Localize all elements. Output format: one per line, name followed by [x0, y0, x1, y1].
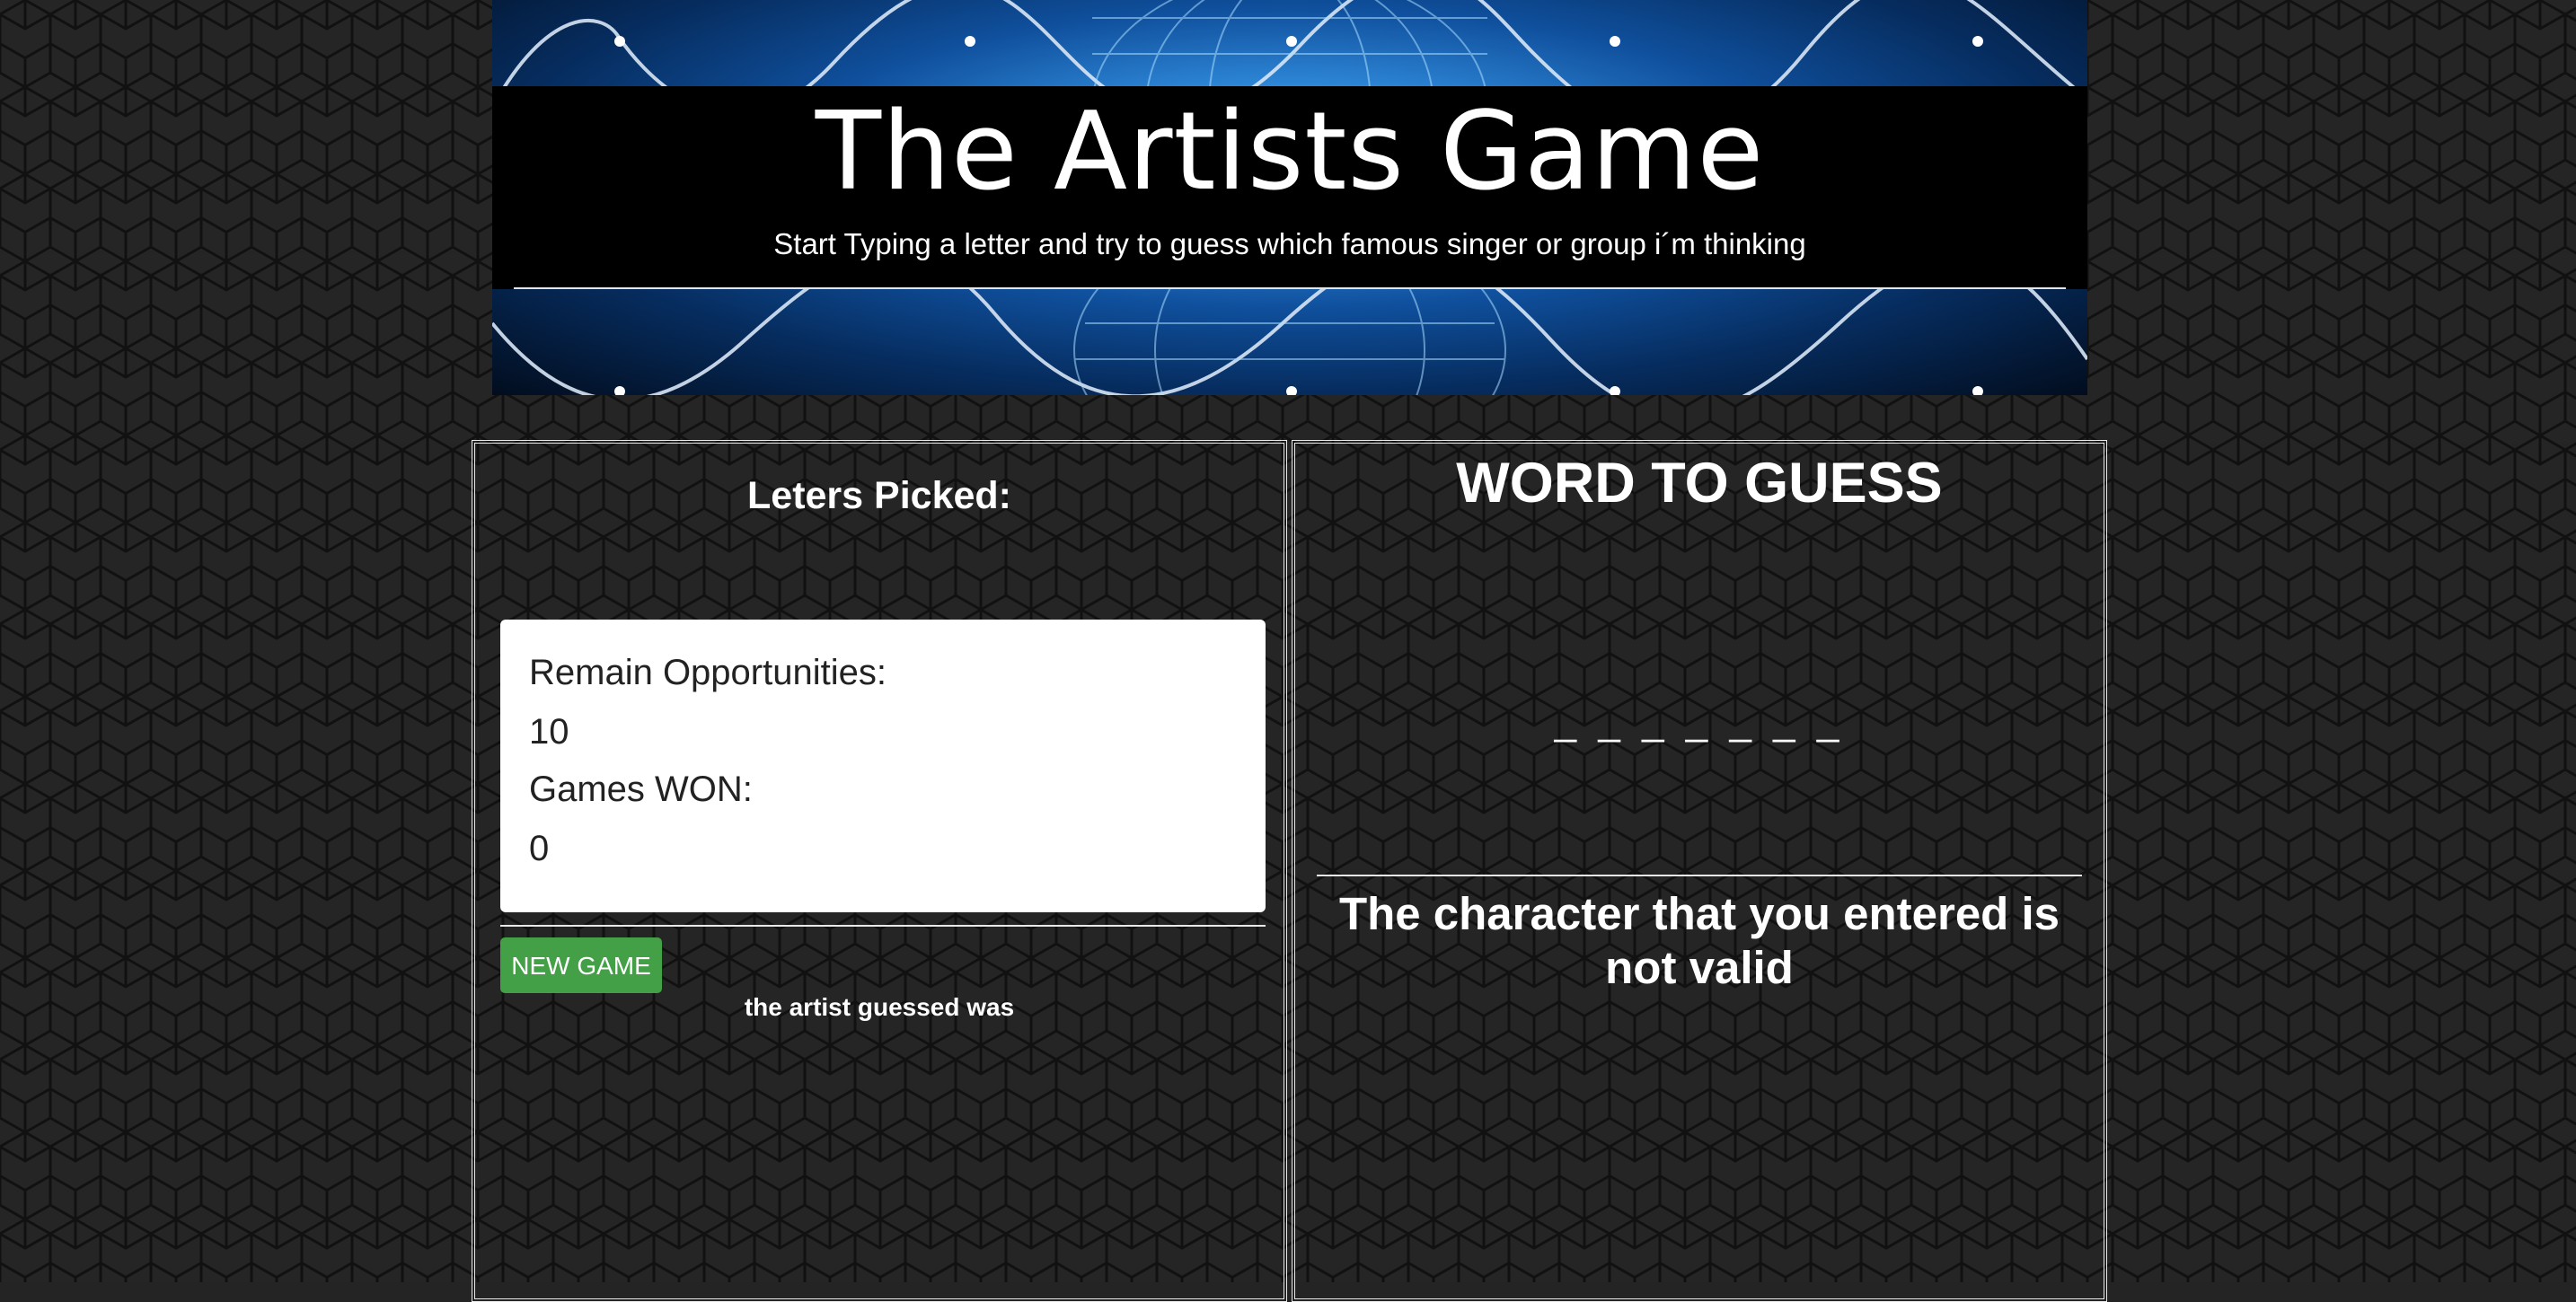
letters-picked-heading: Leters Picked: — [747, 474, 1011, 517]
remain-opportunities-label: Remain Opportunities: — [529, 653, 887, 692]
stats-card: Remain Opportunities: 10 Games WON: 0 — [500, 620, 1266, 912]
validation-message: The character that you entered is not va… — [1338, 888, 2060, 993]
games-won-value: 0 — [529, 829, 550, 868]
word-to-guess-heading: WORD TO GUESS — [1456, 452, 1943, 515]
artist-guessed-text: the artist guessed was — [744, 993, 1015, 1021]
letters-panel: Leters Picked: Remain Opportunities: 10 … — [472, 440, 1287, 1302]
games-won-label: Games WON: — [529, 770, 753, 809]
word-panel: WORD TO GUESS _ _ _ _ _ _ _ The characte… — [1292, 440, 2107, 1302]
page-title: The Artists Game — [815, 90, 1765, 215]
left-divider — [500, 925, 1266, 927]
word-blanks: _ _ _ _ _ _ _ — [1554, 699, 1845, 743]
header-divider — [514, 287, 2066, 289]
new-game-button[interactable]: NEW GAME — [500, 937, 662, 993]
right-divider — [1317, 875, 2082, 876]
header-banner: The Artists Game Start Typing a letter a… — [492, 0, 2087, 395]
remain-opportunities-value: 10 — [529, 712, 569, 752]
page-subtitle: Start Typing a letter and try to guess w… — [773, 227, 1806, 260]
